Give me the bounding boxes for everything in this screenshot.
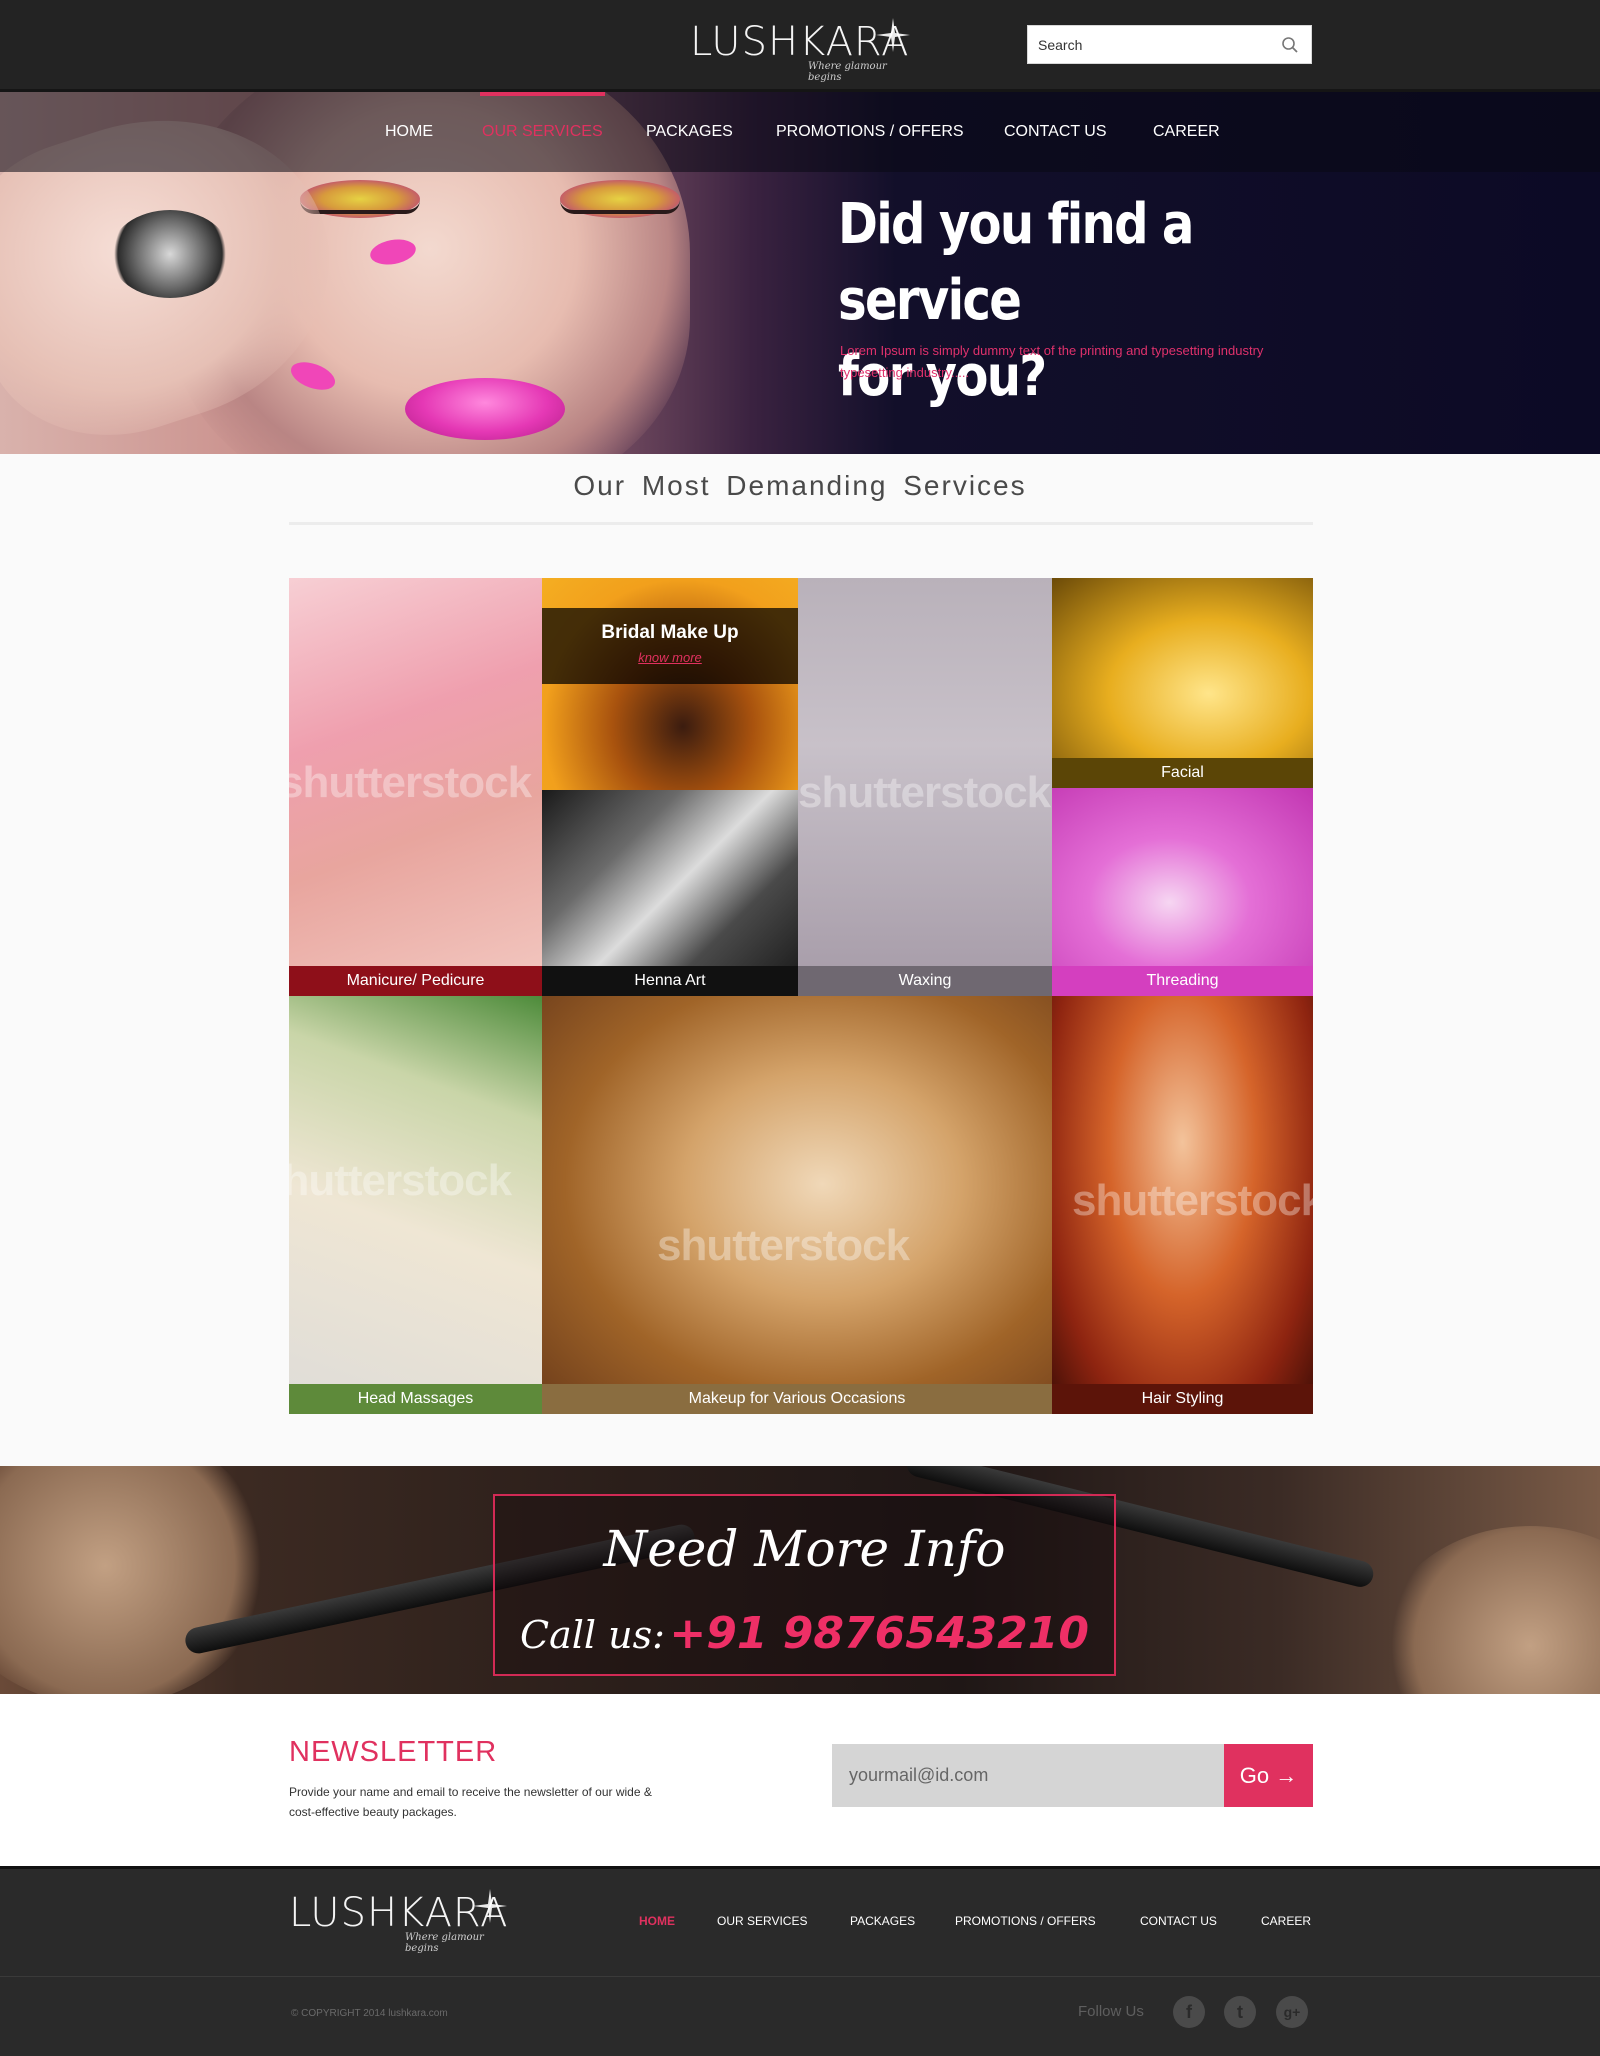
top-header: LUSHKARA Where glamour begins <box>0 0 1600 92</box>
hero-subtext: Lorem Ipsum is simply dummy text of the … <box>840 343 1264 380</box>
tile-caption: Facial <box>1052 758 1313 788</box>
hero-ring <box>110 210 230 298</box>
bridal-overlay: Bridal Make Up know more <box>542 608 798 684</box>
service-tile-bridal-make-up[interactable]: Bridal Make Up know more <box>542 578 798 790</box>
tile-caption: Threading <box>1052 966 1313 996</box>
tile-caption: Hair Styling <box>1052 1384 1313 1414</box>
call-label: Call us: <box>520 1613 665 1657</box>
service-tile-hair-styling[interactable]: shutterstock Hair Styling <box>1052 996 1313 1414</box>
logo-sparkle-icon <box>876 18 910 52</box>
newsletter-description: Provide your name and email to receive t… <box>289 1785 652 1819</box>
service-tile-waxing[interactable]: shutterstock Waxing <box>798 578 1052 996</box>
newsletter-title: NEWSLETTER <box>289 1736 498 1768</box>
main-nav: HOME OUR SERVICES PACKAGES PROMOTIONS / … <box>0 92 1600 172</box>
watermark: shutterstock <box>798 768 1051 817</box>
nav-item-packages[interactable]: PACKAGES <box>646 92 733 172</box>
search-box <box>1027 25 1312 64</box>
copyright-text: © COPYRIGHT 2014 lushkara.com <box>291 2008 448 2019</box>
phone-number[interactable]: +91 9876543210 <box>669 1608 1089 1659</box>
nav-item-home[interactable]: HOME <box>385 92 433 172</box>
service-tile-facial[interactable]: Facial <box>1052 578 1313 788</box>
footer-nav-contact-us[interactable]: CONTACT US <box>1140 1914 1217 1928</box>
watermark: shutterstock <box>657 1221 910 1270</box>
tile-caption: Henna Art <box>542 966 798 996</box>
watermark: shutterstock <box>1072 1176 1313 1225</box>
nav-item-promotions-offers[interactable]: PROMOTIONS / OFFERS <box>776 92 964 172</box>
search-input[interactable] <box>1028 26 1268 63</box>
site-footer: LUSHKARA Where glamour begins HOME OUR S… <box>0 1866 1600 2056</box>
tile-caption: Head Massages <box>289 1384 542 1414</box>
nav-item-our-services[interactable]: OUR SERVICES <box>480 92 605 172</box>
google-plus-icon[interactable]: g+ <box>1276 1996 1308 2028</box>
logo-tagline: Where glamour begins <box>808 61 887 83</box>
footer-nav-career[interactable]: CAREER <box>1261 1914 1311 1928</box>
service-tile-threading[interactable]: Threading <box>1052 788 1313 996</box>
tile-caption: Waxing <box>798 966 1052 996</box>
nav-item-career[interactable]: CAREER <box>1153 92 1220 172</box>
tile-caption: Manicure/ Pedicure <box>289 966 542 996</box>
footer-nav-packages[interactable]: PACKAGES <box>850 1914 915 1928</box>
watermark: shutterstock <box>289 1156 512 1205</box>
hero-lash-right <box>560 200 680 214</box>
footer-divider <box>0 1976 1600 1977</box>
footer-logo[interactable]: LUSHKARA Where glamour begins <box>289 1889 509 1954</box>
footer-nav-our-services[interactable]: OUR SERVICES <box>717 1914 807 1928</box>
powder-pot-decoration <box>0 1466 270 1694</box>
follow-us-label: Follow Us <box>1078 2003 1144 2020</box>
section-divider <box>289 522 1313 525</box>
service-tile-head-massages[interactable]: shutterstock Head Massages <box>289 996 542 1414</box>
footer-nav-home[interactable]: HOME <box>639 1914 675 1928</box>
site-logo[interactable]: LUSHKARA Where glamour begins <box>690 18 910 83</box>
service-tile-henna-art[interactable]: Henna Art <box>542 790 798 996</box>
hero-heading-line1: Did you find a service <box>838 192 1194 333</box>
twitter-icon[interactable]: t <box>1224 1996 1256 2028</box>
nav-item-contact-us[interactable]: CONTACT US <box>1004 92 1107 172</box>
know-more-link[interactable]: know more <box>542 650 798 665</box>
info-headline: Need More Info <box>603 1520 1006 1578</box>
info-banner: Need More Info Call us: +91 9876543210 <box>0 1466 1600 1694</box>
services-title: Our Most Demanding Services <box>573 470 1027 501</box>
service-tile-makeup-occasions[interactable]: shutterstock Makeup for Various Occasion… <box>542 996 1052 1414</box>
bridal-title: Bridal Make Up <box>601 622 739 643</box>
facebook-icon[interactable]: f <box>1173 1996 1205 2028</box>
footer-nav-promotions-offers[interactable]: PROMOTIONS / OFFERS <box>955 1914 1096 1928</box>
newsletter-email-input[interactable] <box>832 1744 1224 1807</box>
tile-caption: Makeup for Various Occasions <box>542 1384 1052 1414</box>
search-icon[interactable] <box>1281 36 1299 54</box>
watermark: shutterstock <box>289 758 532 807</box>
call-line: Call us: +91 9876543210 <box>495 1608 1114 1659</box>
service-tile-manicure-pedicure[interactable]: shutterstock Manicure/ Pedicure <box>289 578 542 996</box>
info-callout-box: Need More Info Call us: +91 9876543210 <box>493 1494 1116 1676</box>
hero-lips <box>405 378 565 440</box>
footer-logo-tagline: Where glamour begins <box>405 1932 484 1954</box>
newsletter-go-button[interactable]: Go → <box>1224 1744 1313 1807</box>
logo-sparkle-icon <box>473 1889 507 1923</box>
powder-pot-decoration <box>1380 1526 1600 1694</box>
